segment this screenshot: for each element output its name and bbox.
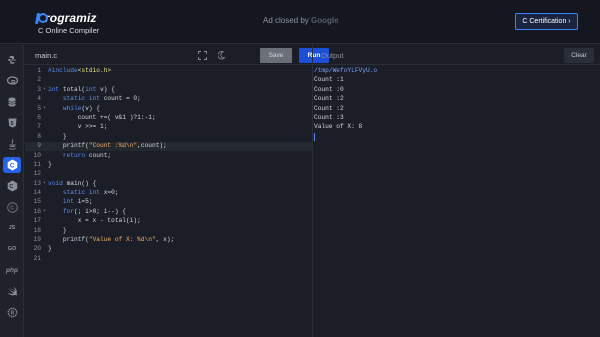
- line-number: 12: [33, 170, 41, 178]
- page-subtitle: C Online Compiler: [38, 26, 100, 35]
- code-content[interactable]: #include<stdio.h> int total(int v) { sta…: [48, 66, 174, 263]
- sql-icon[interactable]: [3, 94, 21, 110]
- code-line: printf("Count :%d\n",count);: [48, 142, 167, 150]
- line-number: 16: [25, 207, 46, 217]
- svg-text:R: R: [10, 310, 14, 316]
- line-number: 14: [33, 189, 41, 197]
- swift-icon[interactable]: [3, 283, 21, 299]
- line-number: 2: [37, 76, 41, 84]
- logo-text: rogramiz: [45, 11, 97, 25]
- editor-header: main.c Save Run: [25, 45, 329, 65]
- csharp-icon[interactable]: C: [3, 199, 21, 215]
- code-line: }: [48, 245, 52, 253]
- code-line: v >>= 1;: [48, 123, 108, 131]
- javascript-icon[interactable]: JS: [3, 220, 21, 236]
- output-line: Count :0: [314, 85, 344, 93]
- line-number: 7: [37, 123, 41, 131]
- line-number: 21: [33, 254, 41, 262]
- javascript-label: JS: [8, 225, 16, 231]
- top-bar: rogramiz C Online Compiler Ad closed by …: [0, 0, 600, 44]
- file-tab-main-c[interactable]: main.c: [35, 51, 57, 60]
- output-line: Count :2: [314, 104, 344, 112]
- code-line: for(; i>0; i--) {: [62, 207, 126, 215]
- output-line: Count :3: [314, 114, 344, 121]
- line-number: 1: [37, 67, 41, 74]
- output-title: Output: [321, 51, 344, 60]
- line-number: 8: [37, 132, 41, 140]
- code-line: printf("Value of X: %d\n", x);: [48, 236, 175, 244]
- code-line: int total(int v) {: [48, 85, 115, 93]
- output-line: Count :2: [314, 95, 344, 103]
- output-header: Output Clear: [313, 45, 600, 65]
- line-number: 13: [25, 179, 46, 189]
- line-number: 9: [37, 142, 41, 150]
- cpp-icon[interactable]: C: [3, 178, 21, 194]
- code-line: return count;: [62, 151, 112, 159]
- html-icon[interactable]: 5: [3, 115, 21, 131]
- line-number: 3: [25, 85, 46, 95]
- output-console[interactable]: /tmp/WefoYLFVyU.o Count :1 Count :0 Count :…: [313, 66, 600, 337]
- code-line: static int x=0;: [62, 189, 119, 197]
- svg-text:C: C: [9, 162, 14, 169]
- line-number: 18: [33, 226, 41, 234]
- ad-brand: Google: [311, 16, 339, 25]
- svg-text:C: C: [10, 205, 14, 211]
- php-icon[interactable]: php: [3, 262, 21, 278]
- code-line: while(v) {: [62, 104, 101, 112]
- line-number: 17: [33, 217, 41, 225]
- rust-icon[interactable]: R: [3, 304, 21, 320]
- code-line: count +=( v&1 )?1:-1;: [48, 113, 156, 121]
- line-number: 10: [33, 151, 41, 159]
- java-icon[interactable]: [3, 136, 21, 152]
- code-line: static int count = 0;: [62, 95, 141, 103]
- code-editor[interactable]: 123456789101112131415161718192021 #inclu…: [25, 66, 312, 337]
- save-button[interactable]: Save: [260, 48, 292, 63]
- language-sidebar: R 5 C C C JS GO php R: [0, 45, 24, 337]
- code-line: }: [48, 160, 52, 168]
- code-line: #include<stdio.h>: [48, 67, 112, 74]
- ad-notice-text: Ad closed by: [263, 16, 309, 25]
- code-line: }: [48, 132, 67, 140]
- line-number: 6: [37, 113, 41, 121]
- programiz-logo[interactable]: rogramiz: [35, 11, 96, 25]
- svg-text:R: R: [11, 80, 16, 87]
- line-number: 15: [33, 198, 41, 206]
- fullscreen-icon[interactable]: [196, 49, 208, 61]
- code-line: x = x - total(i);: [48, 217, 141, 225]
- certification-button[interactable]: C Certification ›: [515, 13, 578, 30]
- r-icon[interactable]: R: [3, 73, 21, 89]
- ad-notice: Ad closed by Google: [263, 16, 339, 25]
- line-number: 11: [33, 160, 41, 168]
- line-number: 4: [37, 95, 41, 103]
- clear-button[interactable]: Clear: [564, 48, 594, 63]
- code-line: }: [48, 226, 67, 234]
- output-path: /tmp/WefoYLFVyU.o: [314, 67, 378, 74]
- output-line: Value of X: 8: [314, 123, 363, 131]
- line-number: 20: [33, 245, 41, 253]
- theme-toggle-moon-icon[interactable]: [216, 49, 228, 61]
- output-line: Count :1: [314, 76, 344, 84]
- output-cursor: [314, 133, 315, 141]
- line-number: 5: [25, 104, 46, 114]
- line-number: 19: [33, 236, 41, 244]
- php-label: php: [6, 266, 18, 274]
- svg-text:5: 5: [10, 121, 13, 127]
- python-icon[interactable]: [3, 52, 21, 68]
- go-label: GO: [7, 246, 17, 252]
- line-number-gutter: 123456789101112131415161718192021: [25, 66, 46, 263]
- programiz-logo-icon: [35, 12, 48, 24]
- code-line: void main() {: [48, 179, 97, 187]
- svg-text:C: C: [9, 184, 13, 190]
- c-icon[interactable]: C: [3, 157, 21, 173]
- code-line: int i=5;: [62, 198, 93, 206]
- go-icon[interactable]: GO: [3, 241, 21, 257]
